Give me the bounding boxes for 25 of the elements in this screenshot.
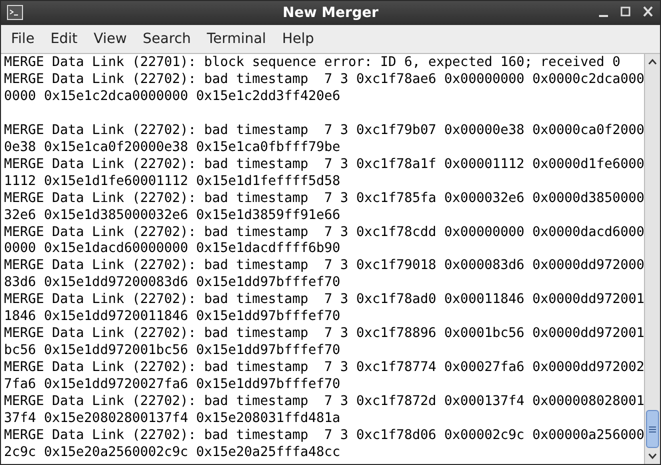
menu-item[interactable]: Terminal	[198, 28, 274, 50]
scroll-thumb[interactable]	[646, 410, 659, 448]
log-line: MERGE Data Link (22702): bad timestamp 7 3 0xc1f78d06 0x00002c9c 0x00000a2560002c9c 0x15e20a2560002c9c 0x15e20a25fffa48cc	[4, 428, 644, 462]
log-line: MERGE Data Link (22702): bad timestamp 7 3 0xc1f78ae6 0x00000000 0x0000c2dca0000000 0x15e1c2dca0000000 0x15e1c2dd3ff420e6	[4, 72, 644, 106]
grip-icon	[649, 426, 656, 432]
window-title: New Merger	[282, 4, 378, 22]
log-line: MERGE Data Link (22702): bad timestamp 7 3 0xc1f785fa 0x000032e6 0x0000d385000032e6 0x15e1d385000032e6 0x15e1d3859ff91e66	[4, 190, 644, 225]
close-icon[interactable]	[642, 5, 654, 19]
log-line: MERGE Data Link (22702): bad timestamp 7 3 0xc1f79018 0x000083d6 0x0000dd97200083d6 0x15e1dd97200083d6 0x15e1dd97bfffef70	[4, 258, 644, 292]
menu-item[interactable]: Search	[134, 28, 199, 50]
log-line: MERGE Data Link (22702): bad timestamp 7 3 0xc1f79b07 0x00000e38 0x0000ca0f20000e38 0x15e1ca0f20000e38 0x15e1ca0fbfff79be	[4, 122, 644, 157]
log-line: MERGE Data Link (22702): bad timestamp 7 3 0xc1f78896 0x0001bc56 0x0000dd972001bc56 0x15e1dd972001bc56 0x15e1dd97bfffef70	[4, 326, 644, 360]
menu-item[interactable]: Edit	[42, 28, 86, 50]
menu-item[interactable]: File	[3, 28, 42, 50]
log-line: MERGE Data Link (22702): bad timestamp 7 3 0xc1f78ad0 0x00011846 0x0000dd9720011846 0x15e1dd9720011846 0x15e1dd97bfffef70	[4, 292, 644, 326]
log-line: MERGE Data Link (22702): bad timestamp 7 3 0xc1f78a1f 0x00001112 0x0000d1fe60001112 0x15e1d1fe60001112 0x15e1d1feffff5d58	[4, 156, 644, 191]
scrollbar[interactable]	[644, 54, 660, 464]
log-line: MERGE Data Link (22702): bad timestamp 7 3 0xc1f78cdd 0x00000000 0x0000dacd60000000 0x15e1dacd60000000 0x15e1dacdffff6b90	[4, 224, 644, 258]
terminal-icon	[7, 5, 23, 20]
menu-item[interactable]: View	[86, 28, 135, 50]
log-line: MERGE Data Link (22702): bad timestamp 7 3 0xc1f7872d 0x000137f4 0x00000802800137f4 0x15e20802800137f4 0x15e208031ffd481a	[4, 394, 644, 428]
maximize-icon[interactable]	[620, 5, 632, 19]
menu-item[interactable]: Help	[274, 28, 322, 50]
log-line: MERGE Data Link (22701): block sequence error: ID 6, expected 160; received 0	[4, 55, 622, 72]
log-line: MERGE Data Link (22702): bad timestamp 7 3 0xc1f78774 0x00027fa6 0x0000dd9720027fa6 0x15e1dd9720027fa6 0x15e1dd97bfffef70	[4, 360, 644, 394]
